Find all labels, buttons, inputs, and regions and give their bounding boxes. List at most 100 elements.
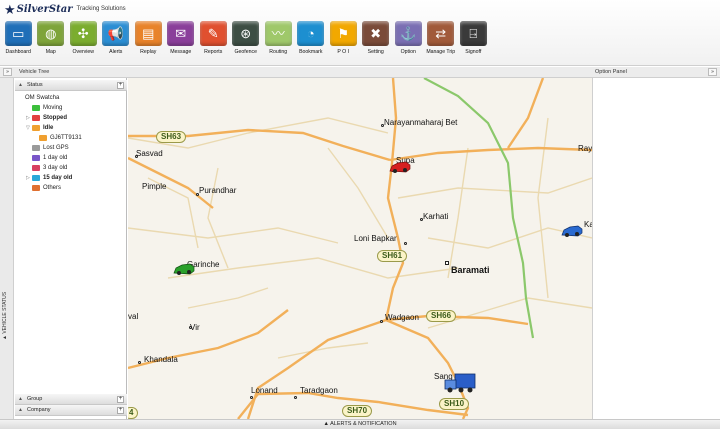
toolbar-button-label: Message	[170, 49, 192, 55]
toolbar-button-manage-trip[interactable]: ⇄ Manage Trip	[425, 21, 458, 55]
town-label: Narayanmaharaj Bet	[384, 118, 458, 127]
tree-item[interactable]: 1 day old	[26, 153, 67, 163]
tree-item-label: Others	[43, 185, 62, 191]
alerts-notification-bar[interactable]: ▲ ALERTS & NOTIFICATION	[0, 419, 720, 429]
town-label: Loni Bapkar	[354, 234, 397, 243]
toolbar-button-message[interactable]: ✉ Message	[165, 21, 198, 55]
poi-flag-icon: ⚑	[329, 21, 357, 46]
collapse-right-button[interactable]: »	[708, 68, 717, 76]
town-label: Sasvad	[136, 149, 163, 158]
folder-icon	[32, 145, 40, 151]
option-panel-title: Option Panel	[595, 69, 627, 75]
option-panel	[592, 78, 720, 419]
green-car-icon[interactable]	[172, 262, 196, 276]
vehicle-status-label: ▲ VEHICLE STATUS	[2, 291, 8, 340]
toolbar-button-label: Reports	[204, 49, 223, 55]
tree-item[interactable]: 3 day old	[26, 163, 67, 173]
toolbar-button-signoff[interactable]: ⍈ Signoff	[457, 21, 490, 55]
tree-item[interactable]: ▷ Stopped	[26, 113, 67, 123]
geofence-icon: ⊛	[232, 21, 260, 46]
app-window: ★ SilverStar Tracking Solutions ▭ Dashboa…	[0, 0, 720, 429]
toolbar-button-overview[interactable]: ✣ Overview	[67, 21, 100, 55]
toolbar-button-p-o-i[interactable]: ⚑ P O I	[327, 21, 360, 55]
anchor-icon: ⚓	[394, 21, 422, 46]
vehicle-status-strip[interactable]: ▲ VEHICLE STATUS	[0, 78, 14, 419]
status-section-header[interactable]: ▲ Status +	[15, 80, 127, 91]
group-section-header[interactable]: ▲ Group +	[15, 394, 127, 405]
town-label: Vir	[190, 323, 200, 332]
blue-truck-icon[interactable]	[443, 372, 477, 394]
toolbar-button-bookmark[interactable]: ◔ Bookmark	[295, 21, 328, 55]
tree-item[interactable]: ▷ 15 day old	[26, 173, 72, 183]
tree-item[interactable]: Others	[26, 183, 61, 193]
toolbar-button-label: Map	[45, 49, 56, 55]
town-label: Baramati	[451, 265, 490, 275]
folder-icon	[32, 105, 40, 111]
tree-item[interactable]: Lost GPS	[26, 143, 69, 153]
highway-shield: SH66	[426, 310, 457, 322]
map-roads	[128, 78, 592, 419]
vehicle-tree-panel: ▲ Status + OM Swatcha Moving ▷ Stopped ▽ Idle…	[15, 78, 127, 419]
highway-shield: SH70	[342, 405, 373, 417]
trip-icon: ⇄	[427, 21, 455, 46]
folder-icon	[32, 115, 40, 121]
toolbar-button-geofence[interactable]: ⊛ Geofence	[230, 21, 263, 55]
toolbar-button-setting[interactable]: ✖ Setting	[360, 21, 393, 55]
star-logo-icon: ★	[4, 1, 16, 17]
tree-item-label: 15 day old	[43, 175, 73, 181]
expand-arrow-icon: ▲	[18, 82, 23, 88]
tree-item-label: 3 day old	[43, 165, 68, 171]
red-car-icon[interactable]	[388, 160, 412, 174]
toolbar-button-label: Manage Trip	[426, 49, 456, 55]
toolbar-button-replay[interactable]: ▤ Replay	[132, 21, 165, 55]
toolbar-button-map[interactable]: ◍ Map	[35, 21, 68, 55]
expand-arrow-icon: ▲	[18, 407, 23, 413]
tree-item[interactable]: ▽ Idle	[26, 123, 53, 133]
panel-title-bar: » Vehicle Tree Option Panel »	[0, 67, 720, 78]
town-marker	[380, 320, 383, 323]
tree-item-label: GJ6TT9131	[50, 135, 82, 141]
tree-item[interactable]: OM Swatcha	[19, 93, 59, 103]
company-section-header[interactable]: ▲ Company +	[15, 405, 127, 416]
toolbar-button-option[interactable]: ⚓ Option	[392, 21, 425, 55]
town-label: Karhati	[423, 212, 449, 221]
group-header-label: Group	[27, 396, 43, 402]
toolbar-button-label: Setting	[367, 49, 384, 55]
expand-plus-icon[interactable]: +	[117, 396, 124, 403]
toolbar-button-routing[interactable]: 〰 Routing	[262, 21, 295, 55]
toolbar-button-reports[interactable]: ✎ Reports	[197, 21, 230, 55]
folder-icon	[32, 125, 40, 131]
toolbar-button-label: Alerts	[109, 49, 123, 55]
megaphone-icon: 📢	[102, 21, 130, 46]
town-marker	[404, 242, 407, 245]
town-label: Purandhar	[199, 186, 237, 195]
collapse-left-button[interactable]: »	[3, 68, 12, 76]
expand-arrow-icon: ▲	[18, 396, 23, 402]
tree-item-label: OM Swatcha	[25, 95, 60, 101]
toolbar-button-dashboard[interactable]: ▭ Dashboard	[2, 21, 35, 55]
toolbar-button-label: Signoff	[465, 49, 482, 55]
main-toolbar: ▭ Dashboard ◍ Map ✣ Overview 📢 Alerts ▤ Replay ✉ Me…	[2, 21, 490, 55]
tree-item[interactable]: GJ6TT9131	[33, 133, 82, 143]
logo: ★ SilverStar Tracking Solutions	[4, 2, 126, 16]
expand-plus-icon[interactable]: +	[117, 82, 124, 89]
highway-shield: SH10	[439, 398, 470, 410]
header-bar: ★ SilverStar Tracking Solutions ▭ Dashboa…	[0, 0, 720, 66]
monitor-icon: ▭	[4, 21, 32, 46]
map-canvas[interactable]: Narayanmaharaj Bet Sasvad Supa Ray Pimpl…	[128, 78, 592, 419]
vehicle-tree-title: Vehicle Tree	[19, 69, 50, 75]
folder-icon	[32, 175, 40, 181]
toolbar-button-label: Overview	[72, 49, 95, 55]
toolbar-button-label: Geofence	[234, 49, 258, 55]
highway-shield: SH61	[377, 250, 408, 262]
brand-tagline: Tracking Solutions	[76, 6, 126, 12]
folder-icon	[39, 135, 47, 141]
expand-plus-icon[interactable]: +	[117, 407, 124, 414]
blue-car-icon[interactable]	[560, 224, 584, 238]
toolbar-button-alerts[interactable]: 📢 Alerts	[100, 21, 133, 55]
toolbar-button-label: P O I	[337, 49, 350, 55]
chart-line-icon: 〰	[264, 21, 292, 46]
highway-shield: SH63	[156, 131, 187, 143]
tree-item-label: Lost GPS	[43, 145, 69, 151]
tree-item[interactable]: Moving	[26, 103, 62, 113]
